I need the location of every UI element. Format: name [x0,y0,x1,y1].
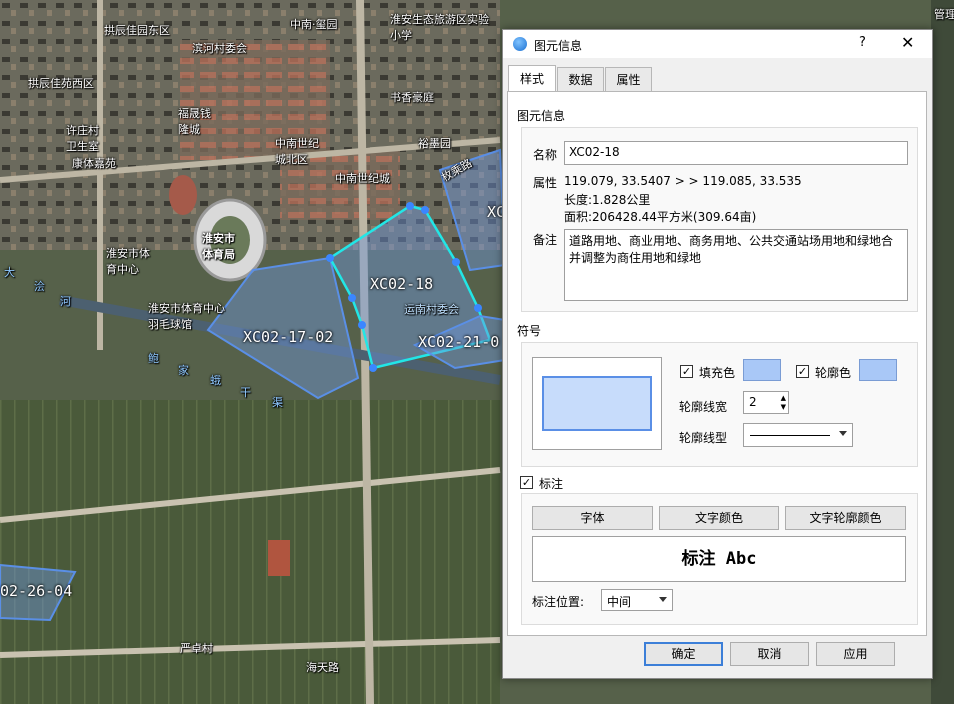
help-button[interactable]: ? [859,35,866,50]
parcel-label: 02-26-04 [0,582,73,600]
name-input[interactable]: XC02-18 [564,141,908,165]
line-width-value: 2 [749,395,757,409]
spin-up-icon[interactable]: ▲ [781,394,786,402]
map-label: 中南世纪城 [335,172,390,185]
map-label: 河 [60,295,71,308]
map-label: 拱辰佳苑西区 [28,77,94,90]
ok-button[interactable]: 确定 [644,642,723,666]
line-type-dropdown[interactable] [743,423,853,447]
apply-button[interactable]: 应用 [816,642,895,666]
symbol-section-title: 符号 [517,324,542,338]
style-panel: 图元信息 名称 XC02-18 属性 119.079, 33.5407 > > … [507,91,927,636]
info-group: 名称 XC02-18 属性 119.079, 33.5407 > > 119.0… [521,127,918,312]
map-label: 渠 [272,396,283,409]
note-textarea[interactable]: 道路用地、商业用地、商务用地、公共交通站场用地和绿地合并调整为商住用地和绿地 [564,229,908,301]
line-width-label: 轮廓线宽 [679,400,728,414]
info-section-title: 图元信息 [517,109,566,123]
map-label: 裕墨园 [418,137,451,150]
map-label: 鲍 [148,352,159,365]
map-label: 海天路 [306,661,339,674]
fill-color-swatch[interactable] [743,359,781,381]
map-label: 中南·玺园 [290,18,338,31]
parcel-label-selected: XC02-18 [370,275,434,293]
map-label: 浍 [34,280,45,293]
dialog-title: 图元信息 [534,39,583,53]
map-label: 书香豪庭 [390,91,434,104]
text-color-button[interactable]: 文字颜色 [659,506,779,530]
attr-length: 长度:1.828公里 [564,193,651,207]
outline-checkbox[interactable]: ✓ [796,365,809,378]
map-label: 福晟钱隆城 [178,107,211,136]
annotation-preview: 标注 Abc [532,536,906,582]
map-label: 淮安市体育局 [202,232,235,261]
map-label: 运南村委会 [404,303,459,316]
feature-info-dialog: 图元信息 ? ✕ 样式 数据 属性 图元信息 名称 XC02-18 属性 119… [502,29,933,679]
symbol-preview [532,357,662,450]
cancel-button[interactable]: 取消 [730,642,809,666]
fill-checkbox[interactable]: ✓ [680,365,693,378]
attr-coords: 119.079, 33.5407 > > 119.085, 33.535 [564,174,802,188]
annotation-checkbox[interactable]: ✓ [520,476,533,489]
map-label: 淮安市体育中心羽毛球馆 [148,302,225,331]
map-label: 淮安生态旅游区实验小学 [390,13,489,42]
annotation-position-label: 标注位置: [532,595,585,609]
tab-style[interactable]: 样式 [508,65,556,92]
app-logo-icon [513,37,527,51]
parcel-label: XC02-21-0 [418,333,500,351]
name-label: 名称 [533,148,558,162]
attr-area: 面积:206428.44平方米(309.64亩) [564,210,757,224]
symbol-group: ✓ 填充色 ✓ 轮廓色 轮廓线宽 2 ▲ ▼ 轮廓线型 [521,342,918,467]
map-label: 滨河村委会 [192,42,247,55]
annotation-section-title: 标注 [539,477,564,491]
line-type-preview [750,435,830,436]
map-label: 中南世纪城北区 [275,137,319,166]
map-label: 大 [4,266,15,279]
map-label: 康体嘉苑 [72,157,116,170]
chevron-down-icon [659,597,667,602]
outline-label: 轮廓色 [815,366,852,380]
font-button[interactable]: 字体 [532,506,653,530]
parcel-label: XC02-17-02 [243,328,334,346]
map-label: 蛾 [210,374,221,387]
spin-down-icon[interactable]: ▼ [781,403,786,411]
fill-label: 填充色 [699,366,736,380]
annotation-group: 字体 文字颜色 文字轮廓颜色 标注 Abc 标注位置: 中间 [521,493,918,625]
map-label: 家 [178,364,189,377]
chevron-down-icon [839,431,847,436]
map-label: 干 [240,386,251,399]
symbol-preview-rect [542,376,652,431]
outline-color-swatch[interactable] [859,359,897,381]
map-label: 管理 [934,8,954,21]
line-type-label: 轮廓线型 [679,431,728,445]
map-label: 拱辰佳园东区 [104,24,170,37]
close-icon[interactable]: ✕ [901,33,914,52]
line-width-spinbox[interactable]: 2 ▲ ▼ [743,391,789,414]
text-outline-color-button[interactable]: 文字轮廓颜色 [785,506,906,530]
map-label: 淮安市体育中心 [106,247,150,276]
tab-attributes[interactable]: 属性 [605,67,652,91]
annotation-position-value: 中间 [607,595,632,609]
annotation-position-dropdown[interactable]: 中间 [601,589,673,611]
map-label: 严卓村 [180,642,213,655]
dialog-titlebar[interactable]: 图元信息 ? ✕ [503,30,932,58]
tab-data[interactable]: 数据 [557,67,604,91]
note-label: 备注 [533,233,558,247]
map-label: 许庄村卫生室 [66,124,99,153]
attr-label: 属性 [533,176,558,190]
